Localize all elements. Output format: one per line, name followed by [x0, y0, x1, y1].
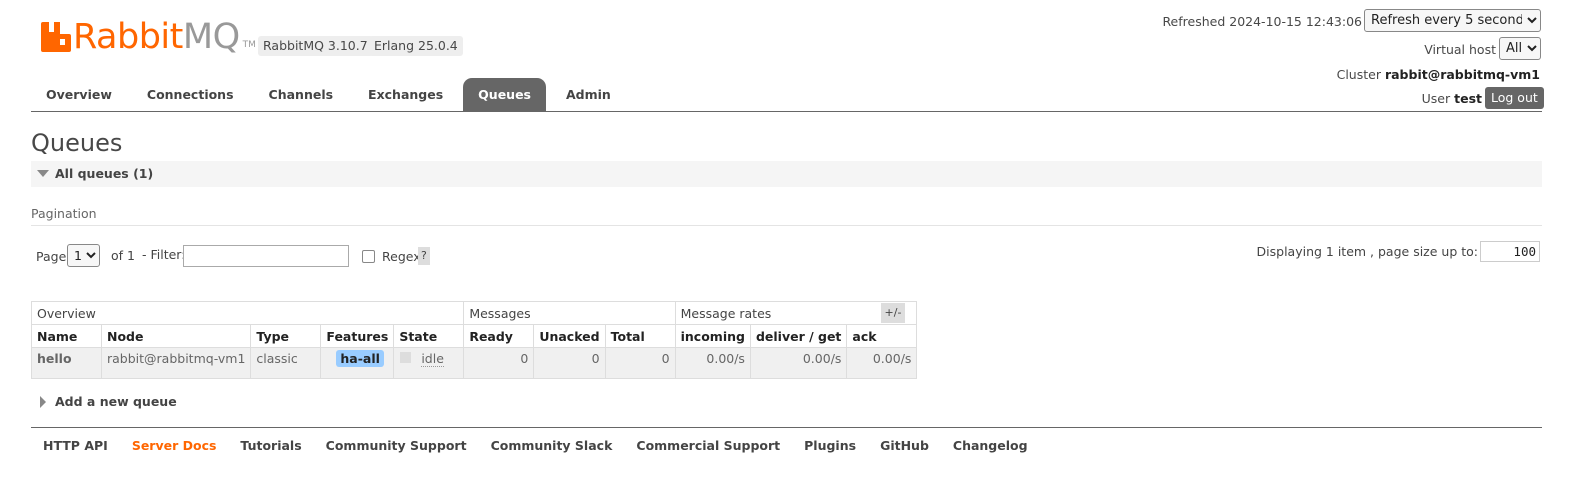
displaying-label: Displaying 1 item , page size up to:	[1256, 244, 1478, 259]
cluster-name: rabbit@rabbitmq-vm1	[1384, 67, 1540, 82]
footer-link-commercial-support[interactable]: Commercial Support	[624, 437, 792, 455]
footer-link-changelog[interactable]: Changelog	[941, 437, 1040, 455]
col-header-ack[interactable]: ack	[846, 324, 918, 348]
group-header-overview: Overview	[30, 301, 465, 325]
footer-link-plugins[interactable]: Plugins	[792, 437, 868, 455]
pagination-divider	[31, 225, 1542, 226]
tab-queues[interactable]: Queues	[463, 78, 546, 111]
feature-badge-ha-all[interactable]: ha-all	[336, 350, 384, 367]
cluster-label: Cluster	[1336, 67, 1381, 82]
user-info: User test	[1422, 91, 1482, 106]
queue-total: 0	[604, 347, 676, 379]
queue-state-cell: idle	[393, 347, 465, 379]
virtual-host-label: Virtual host	[1424, 42, 1496, 57]
filter-label: - Filter:	[142, 247, 186, 262]
table-column-header-row: Name Node Type Features State Ready Unac…	[31, 324, 918, 348]
user-name: test	[1454, 91, 1482, 106]
column-toggle-button[interactable]: +/-	[881, 303, 905, 323]
col-header-type[interactable]: Type	[250, 324, 322, 348]
erlang-version-badge: Erlang 25.0.4	[369, 36, 463, 56]
col-header-name[interactable]: Name	[31, 324, 102, 348]
footer-link-http-api[interactable]: HTTP API	[31, 437, 120, 455]
rabbitmq-logo[interactable]: Rabbit MQ TM	[41, 18, 256, 56]
table-group-header-row: Overview Messages Message rates	[30, 301, 918, 325]
cluster-info: Cluster rabbit@rabbitmq-vm1	[1337, 67, 1540, 82]
queue-features-cell: ha-all	[320, 347, 395, 379]
regex-checkbox[interactable]	[362, 250, 375, 263]
queue-name-link[interactable]: hello	[31, 347, 102, 379]
group-header-messages: Messages	[463, 301, 676, 325]
add-queue-label: Add a new queue	[55, 394, 177, 409]
queue-state: idle	[421, 351, 444, 367]
footer-link-community-slack[interactable]: Community Slack	[479, 437, 625, 455]
footer-link-github[interactable]: GitHub	[868, 437, 941, 455]
page-size-input[interactable]	[1480, 241, 1540, 262]
tab-connections[interactable]: Connections	[132, 78, 249, 111]
expand-triangle-icon	[40, 396, 46, 408]
col-header-features[interactable]: Features	[320, 324, 395, 348]
all-queues-label: All queues (1)	[55, 166, 154, 181]
logo-word-mq: MQ	[182, 17, 240, 57]
footer-link-server-docs[interactable]: Server Docs	[120, 437, 229, 455]
refreshed-timestamp: Refreshed 2024-10-15 12:43:06	[1162, 14, 1362, 29]
footer-links: HTTP API Server Docs Tutorials Community…	[31, 437, 1040, 455]
queue-unacked: 0	[533, 347, 606, 379]
col-header-deliver-get[interactable]: deliver / get	[749, 324, 848, 348]
col-header-state[interactable]: State	[393, 324, 465, 348]
queue-node: rabbit@rabbitmq-vm1	[100, 347, 252, 379]
pagination-label: Pagination	[31, 206, 97, 221]
regex-help-button[interactable]: ?	[418, 247, 430, 265]
filter-input[interactable]	[183, 245, 349, 267]
page-of-label: of 1	[111, 248, 135, 263]
footer-link-tutorials[interactable]: Tutorials	[228, 437, 313, 455]
queues-table: Overview Messages Message rates Name Nod…	[30, 301, 918, 379]
regex-label: Regex	[382, 249, 421, 264]
queue-ready: 0	[463, 347, 535, 379]
tab-divider	[31, 111, 1542, 112]
footer-divider	[31, 427, 1542, 428]
queue-rate-incoming: 0.00/s	[674, 347, 751, 379]
queue-rate-ack: 0.00/s	[846, 347, 918, 379]
page-select[interactable]: 1	[67, 244, 100, 267]
queue-type: classic	[250, 347, 322, 379]
all-queues-section-toggle[interactable]: All queues (1)	[31, 161, 1542, 187]
logo-word-rabbit: Rabbit	[73, 17, 183, 57]
page-label: Page	[36, 249, 67, 264]
virtual-host-select[interactable]: All	[1499, 37, 1541, 60]
tab-admin[interactable]: Admin	[551, 78, 626, 111]
logout-button[interactable]: Log out	[1485, 87, 1544, 109]
col-header-unacked[interactable]: Unacked	[533, 324, 606, 348]
footer-link-community-support[interactable]: Community Support	[314, 437, 479, 455]
page-title: Queues	[31, 129, 123, 157]
col-header-node[interactable]: Node	[100, 324, 252, 348]
logo-tm: TM	[242, 40, 256, 50]
tab-overview[interactable]: Overview	[31, 78, 127, 111]
refresh-interval-select[interactable]: Refresh every 5 seconds	[1364, 9, 1541, 32]
rabbitmq-version-badge: RabbitMQ 3.10.7	[258, 36, 373, 56]
main-nav-tabs: Overview Connections Channels Exchanges …	[31, 78, 631, 111]
col-header-ready[interactable]: Ready	[463, 324, 535, 348]
collapse-triangle-icon	[37, 170, 49, 177]
state-indicator-icon	[400, 352, 412, 363]
table-row[interactable]: hello rabbit@rabbitmq-vm1 classic ha-all…	[31, 347, 918, 379]
queue-rate-deliver-get: 0.00/s	[749, 347, 848, 379]
user-label: User	[1421, 91, 1451, 106]
col-header-incoming[interactable]: incoming	[674, 324, 751, 348]
tab-channels[interactable]: Channels	[254, 78, 349, 111]
tab-exchanges[interactable]: Exchanges	[353, 78, 458, 111]
rabbit-icon	[41, 22, 71, 52]
col-header-total[interactable]: Total	[604, 324, 676, 348]
